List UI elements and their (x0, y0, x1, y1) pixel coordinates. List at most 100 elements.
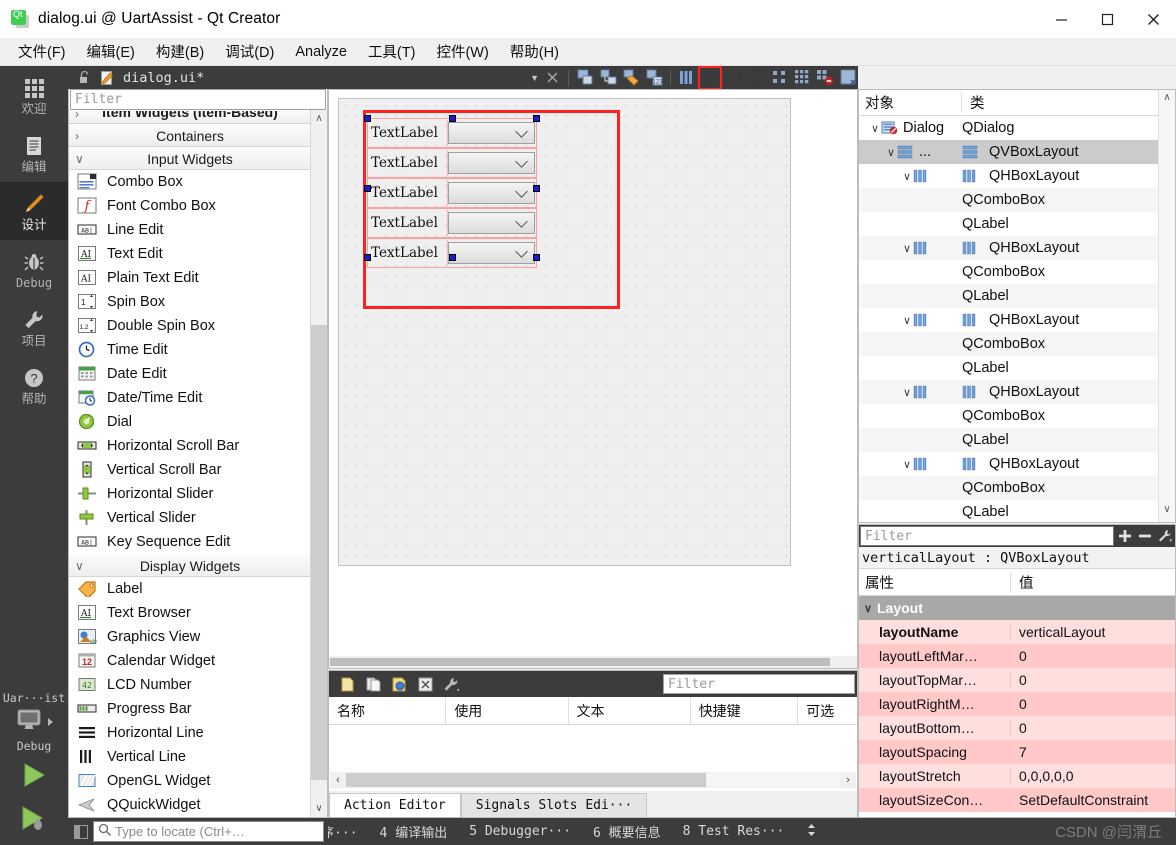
textlabel-1[interactable]: TextLabel (368, 120, 448, 146)
layout-horizontally-icon[interactable] (677, 68, 697, 88)
scroll-down-icon[interactable]: ∨ (311, 800, 327, 817)
property-value[interactable]: SetDefaultConstraint (1011, 792, 1148, 808)
combobox-2[interactable] (448, 152, 535, 174)
tree-row-hboxlayout[interactable]: ∨ QHBoxLayout (859, 380, 1175, 404)
minimize-button[interactable] (1038, 0, 1084, 38)
edit-buddies-icon[interactable] (621, 68, 641, 88)
chevron-down-icon[interactable]: ∨ (901, 386, 913, 399)
widget-item-date-time-edit[interactable]: Date/Time Edit (69, 386, 327, 410)
widget-box-filter-input[interactable]: Filter (70, 89, 326, 110)
column-header-property[interactable]: 属性 (859, 571, 1011, 593)
tree-row-combobox[interactable]: QComboBox (859, 404, 1175, 428)
property-filter-input[interactable]: Filter (860, 526, 1114, 546)
widget-item-text-edit[interactable]: AI Text Edit (69, 242, 327, 266)
textlabel-3[interactable]: TextLabel (368, 180, 448, 206)
widget-item-lcd-number[interactable]: 42 LCD Number (69, 673, 327, 697)
property-row-layoutbottommargin[interactable]: layoutBottom… 0 (859, 716, 1175, 740)
tree-row-dialog[interactable]: ∨ Dialog QDialog (859, 116, 1175, 140)
menu-file[interactable]: 文件(F) (8, 38, 76, 65)
scroll-up-icon[interactable]: ∧ (1159, 92, 1175, 108)
property-value[interactable]: 0 (1011, 672, 1027, 688)
form-row-5[interactable]: TextLabel (367, 238, 537, 268)
property-row-layoutspacing[interactable]: layoutSpacing 7 (859, 740, 1175, 764)
chevron-down-icon[interactable]: ∨ (859, 602, 877, 615)
scroll-up-icon[interactable]: ∧ (311, 110, 327, 127)
property-group-layout[interactable]: ∨ Layout (859, 596, 1175, 620)
form-row-1[interactable]: TextLabel (367, 118, 537, 148)
tree-row-label[interactable]: QLabel (859, 428, 1175, 452)
form-row-4[interactable]: TextLabel (367, 208, 537, 238)
action-editor-hscrollbar[interactable]: ‹ › (330, 772, 856, 788)
widget-category-item-widgets[interactable]: › Item Widgets (Item-Based) (69, 110, 327, 124)
edit-widgets-icon[interactable] (575, 68, 595, 88)
wrench-icon[interactable] (1155, 525, 1175, 547)
new-action-icon[interactable] (337, 674, 357, 694)
widget-item-dial[interactable]: Dial (69, 410, 327, 434)
resize-handle-bottom-right[interactable] (533, 254, 540, 261)
output-tab-compile-output[interactable]: 4 编译输出 (369, 822, 459, 841)
widget-box-list[interactable]: › Item Widgets (Item-Based) › Containers… (69, 110, 327, 816)
tree-row-combobox[interactable]: QComboBox (859, 188, 1175, 212)
property-row-layoutrightmargin[interactable]: layoutRightM… 0 (859, 692, 1175, 716)
chevron-down-icon[interactable]: ∨ (885, 146, 897, 159)
mode-help[interactable]: ? 帮助 (0, 356, 68, 414)
layout-splitter-vertical-icon[interactable] (746, 68, 766, 88)
resize-handle-top-left[interactable] (364, 115, 371, 122)
mode-edit[interactable]: 编辑 (0, 124, 68, 182)
tree-row-verticallayout[interactable]: ∨ ... QVBoxLayout (859, 140, 1175, 164)
tree-row-label[interactable]: QLabel (859, 284, 1175, 308)
tree-row-combobox[interactable]: QComboBox (859, 476, 1175, 500)
close-icon[interactable] (542, 68, 562, 88)
column-header-shortcut[interactable]: 快捷键 (691, 696, 799, 725)
layout-grid-icon[interactable] (792, 68, 812, 88)
tree-row-hboxlayout[interactable]: ∨ QHBoxLayout (859, 452, 1175, 476)
textlabel-4[interactable]: TextLabel (368, 210, 448, 236)
form-row-2[interactable]: TextLabel (367, 148, 537, 178)
widget-item-plain-text-edit[interactable]: AI Plain Text Edit (69, 266, 327, 290)
property-value[interactable]: 7 (1011, 744, 1027, 760)
widget-item-horizontal-line[interactable]: Horizontal Line (69, 721, 327, 745)
delete-action-icon[interactable] (415, 674, 435, 694)
resize-handle-bottom-center[interactable] (449, 254, 456, 261)
scrollbar-track[interactable] (346, 773, 840, 787)
menu-debug[interactable]: 调试(D) (215, 38, 284, 65)
scrollbar-thumb[interactable] (311, 325, 327, 780)
widget-item-vertical-line[interactable]: Vertical Line (69, 745, 327, 769)
menu-widgets[interactable]: 控件(W) (426, 38, 498, 65)
edit-signals-slots-icon[interactable] (598, 68, 618, 88)
widget-item-spin-box[interactable]: 1 Spin Box (69, 290, 327, 314)
widget-item-horizontal-slider[interactable]: Horizontal Slider (69, 482, 327, 506)
widget-item-calendar-widget[interactable]: 12 Calendar Widget (69, 649, 327, 673)
resize-handle-top-right[interactable] (533, 115, 540, 122)
column-header-text[interactable]: 文本 (569, 696, 691, 725)
menu-help[interactable]: 帮助(H) (500, 38, 569, 65)
chevron-down-icon[interactable]: ∨ (869, 122, 881, 135)
widget-item-line-edit[interactable]: AB| Line Edit (69, 218, 327, 242)
layout-vertically-icon[interactable] (698, 65, 722, 90)
property-value[interactable]: 0 (1011, 696, 1027, 712)
widget-item-qquickwidget[interactable]: QQuickWidget (69, 793, 327, 816)
widget-item-horizontal-scroll-bar[interactable]: Horizontal Scroll Bar (69, 434, 327, 458)
minus-icon[interactable] (1135, 525, 1155, 547)
menu-edit[interactable]: 编辑(E) (77, 38, 145, 65)
property-value[interactable]: 0 (1011, 720, 1027, 736)
mode-debug[interactable]: Debug (0, 240, 68, 298)
kit-selector[interactable] (0, 707, 68, 738)
configure-icon[interactable] (441, 674, 461, 694)
scrollbar-thumb[interactable] (346, 773, 706, 787)
widget-item-text-browser[interactable]: AI Text Browser (69, 601, 327, 625)
tree-row-hboxlayout[interactable]: ∨ QHBoxLayout (859, 236, 1175, 260)
textlabel-2[interactable]: TextLabel (368, 150, 448, 176)
widget-item-font-combo-box[interactable]: f Font Combo Box (69, 194, 327, 218)
resize-handle-middle-right[interactable] (533, 185, 540, 192)
widget-item-vertical-slider[interactable]: Vertical Slider (69, 506, 327, 530)
unlocked-icon[interactable] (74, 68, 94, 88)
maximize-button[interactable] (1084, 0, 1130, 38)
widget-item-double-spin-box[interactable]: 1.2 Double Spin Box (69, 314, 327, 338)
column-header-value[interactable]: 值 (1011, 572, 1034, 593)
widget-item-time-edit[interactable]: Time Edit (69, 338, 327, 362)
widget-item-opengl-widget[interactable]: OpenGL Widget (69, 769, 327, 793)
break-layout-icon[interactable] (815, 68, 835, 88)
property-row-layouttopmargin[interactable]: layoutTopMar… 0 (859, 668, 1175, 692)
tree-row-label[interactable]: QLabel (859, 356, 1175, 380)
